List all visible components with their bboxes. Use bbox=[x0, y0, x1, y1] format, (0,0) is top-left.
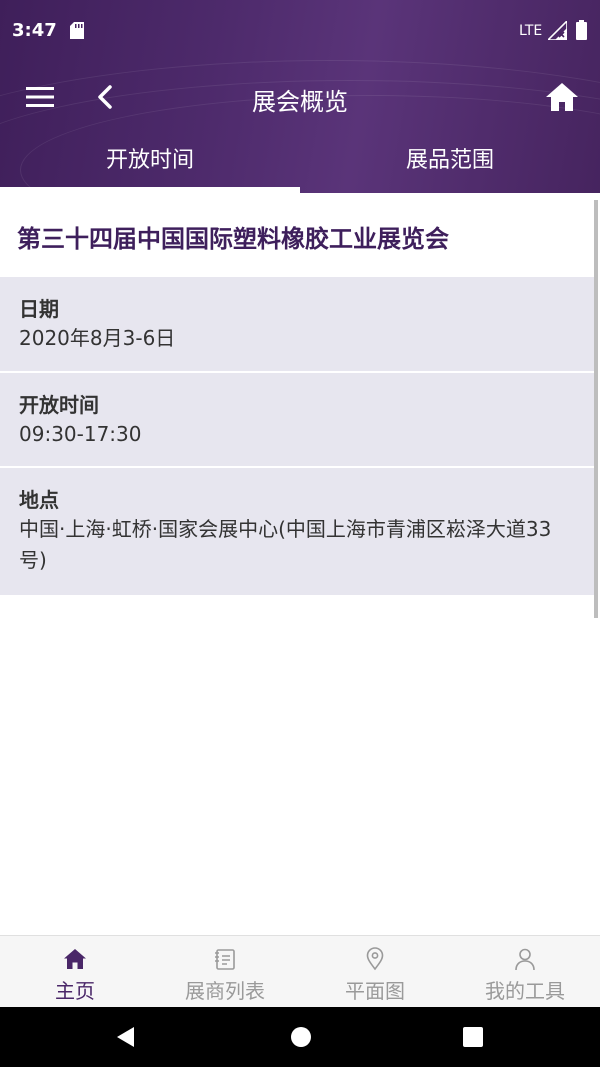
network-type-label: LTE bbox=[519, 23, 543, 39]
venue-value: 中国·上海·虹桥·国家会展中心(中国上海市青浦区崧泽大道33号) bbox=[19, 517, 552, 572]
overview-content[interactable]: 第三十四届中国国际塑料橡胶工业展览会 日期 2020年8月3-6日 开放时间 0… bbox=[0, 193, 600, 935]
open-hours-value: 09:30-17:30 bbox=[19, 422, 142, 446]
system-navigation-bar bbox=[0, 1007, 600, 1067]
nav-item-my-tools[interactable]: 我的工具 bbox=[450, 936, 600, 1008]
nav-label-floor-plan: 平面图 bbox=[345, 979, 405, 1003]
location-pin-icon bbox=[366, 947, 384, 971]
tab-open-hours[interactable]: 开放时间 bbox=[0, 132, 300, 193]
person-icon bbox=[515, 948, 535, 971]
info-card-venue: 地点 中国·上海·虹桥·国家会展中心(中国上海市青浦区崧泽大道33号) bbox=[0, 468, 598, 595]
page-title: 展会概览 bbox=[252, 88, 348, 116]
status-bar: 3:47 LTE bbox=[0, 0, 600, 62]
battery-icon bbox=[576, 20, 587, 40]
nav-item-exhibitor-list[interactable]: 展商列表 bbox=[150, 936, 300, 1008]
date-label: 日期 bbox=[19, 297, 59, 321]
date-value: 2020年8月3-6日 bbox=[19, 326, 176, 350]
list-icon bbox=[215, 949, 235, 970]
home-icon[interactable] bbox=[543, 80, 581, 114]
nav-label-my-tools: 我的工具 bbox=[485, 979, 565, 1003]
system-recents-icon[interactable] bbox=[462, 1026, 484, 1048]
tab-exhibit-scope[interactable]: 展品范围 bbox=[300, 132, 600, 193]
info-card-date: 日期 2020年8月3-6日 bbox=[0, 277, 598, 373]
system-back-icon[interactable] bbox=[114, 1025, 138, 1049]
info-card-open-hours: 开放时间 09:30-17:30 bbox=[0, 373, 598, 468]
sd-card-icon bbox=[70, 22, 84, 39]
screen: 3:47 LTE 展会概览 开放时间 展品范围 第三十四届中国国际塑料橡胶工业展… bbox=[0, 0, 600, 1067]
app-bar: 展会概览 bbox=[0, 62, 600, 132]
system-home-icon[interactable] bbox=[289, 1025, 313, 1049]
nav-item-home[interactable]: 主页 bbox=[0, 936, 150, 1008]
expo-title: 第三十四届中国国际塑料橡胶工业展览会 bbox=[17, 225, 449, 253]
nav-label-exhibitor-list: 展商列表 bbox=[185, 979, 265, 1003]
bottom-navigation: 主页 展商列表 平面图 我的工具 bbox=[0, 935, 600, 1007]
status-time: 3:47 bbox=[12, 20, 57, 41]
nav-item-floor-plan[interactable]: 平面图 bbox=[300, 936, 450, 1008]
signal-icon bbox=[548, 21, 567, 40]
nav-label-home: 主页 bbox=[55, 979, 95, 1003]
venue-label: 地点 bbox=[19, 488, 59, 512]
scrollbar[interactable] bbox=[594, 200, 598, 618]
open-hours-label: 开放时间 bbox=[19, 393, 99, 417]
tab-bar: 开放时间 展品范围 bbox=[0, 132, 600, 193]
home-icon bbox=[64, 949, 86, 969]
